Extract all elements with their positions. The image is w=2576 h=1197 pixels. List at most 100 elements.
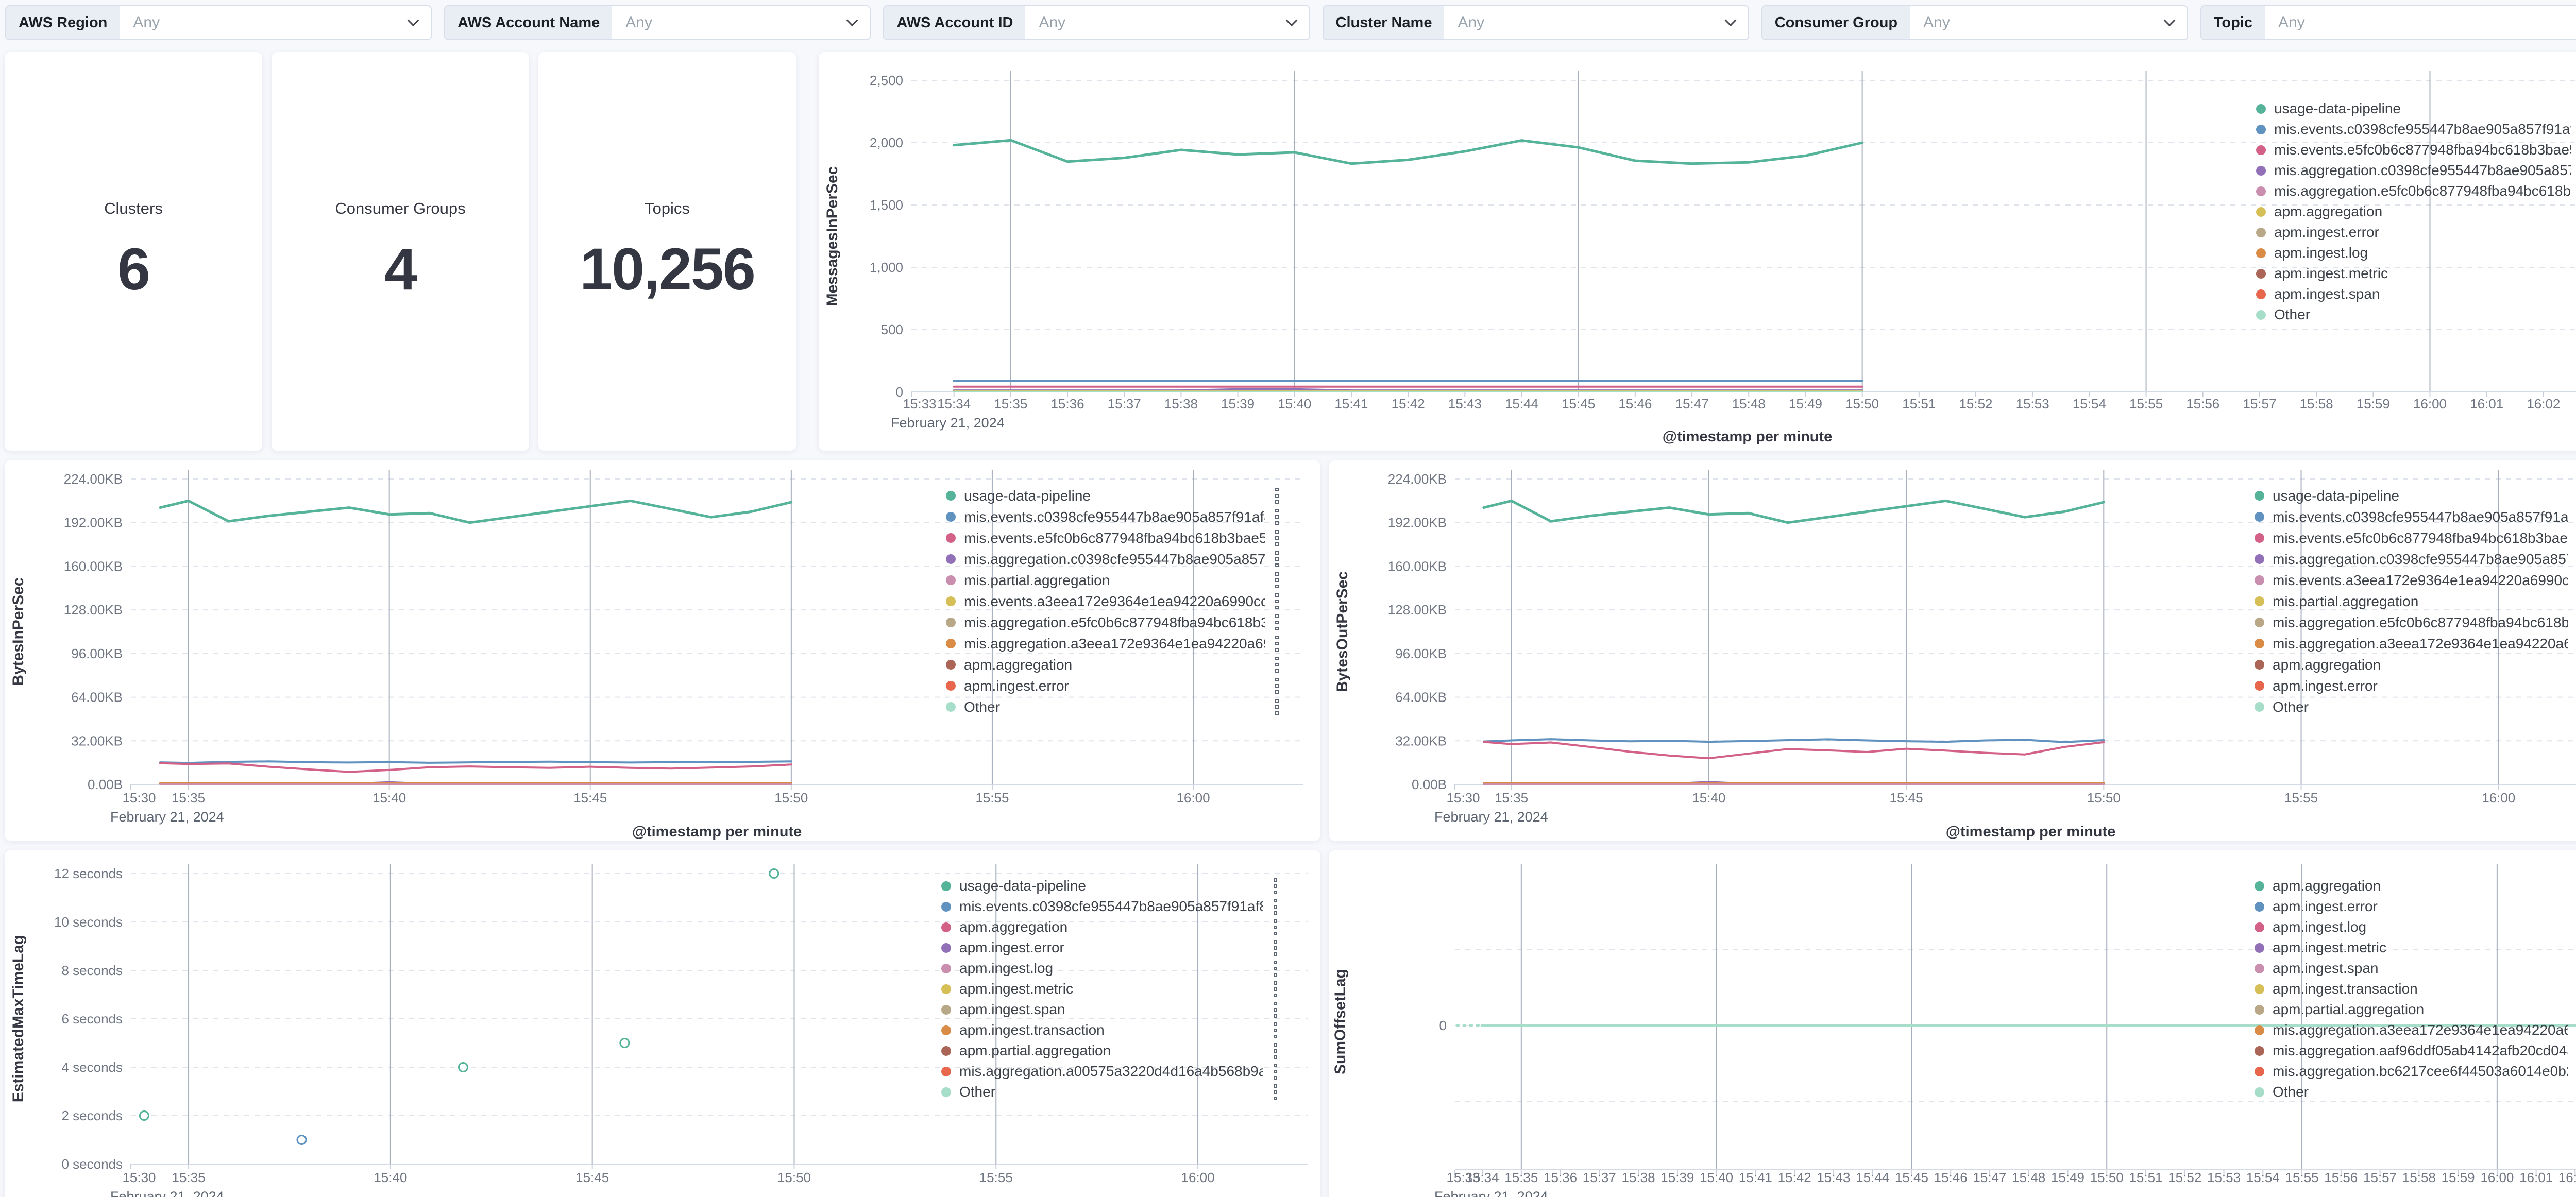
legend-item[interactable]: apm.aggregation [2255, 654, 2576, 675]
legend-item[interactable]: Other [946, 696, 1281, 717]
legend-item[interactable]: mis.partial.aggregation [946, 570, 1281, 591]
legend-color-dot [946, 618, 956, 627]
kebab-menu-icon[interactable] [1272, 959, 1279, 979]
y-axis-title: MessagesInPerSec [824, 166, 841, 306]
legend-item[interactable]: apm.aggregation [941, 917, 1279, 937]
kebab-menu-icon[interactable] [1272, 876, 1279, 896]
kebab-menu-icon[interactable] [1273, 486, 1281, 506]
filter-value[interactable]: Any [120, 6, 431, 39]
legend-item[interactable]: mis.aggregation.bc6217cee6f44503a6014e0b… [2255, 1061, 2576, 1082]
legend-item[interactable]: apm.partial.aggregation [941, 1040, 1279, 1061]
filter-control-cluster-name[interactable]: Cluster NameAny [1323, 5, 1749, 40]
filter-value[interactable]: Any [1025, 6, 1309, 39]
scatter-point[interactable] [459, 1063, 467, 1072]
scatter-point[interactable] [297, 1136, 306, 1144]
legend-item[interactable]: mis.events.e5fc0b6c877948fba94bc618b3bae… [2256, 140, 2576, 160]
legend-item[interactable]: usage-data-pipeline [2256, 98, 2576, 119]
legend-item[interactable]: apm.aggregation [946, 654, 1281, 675]
legend-item[interactable]: apm.ingest.error [941, 937, 1279, 958]
legend-item[interactable]: apm.ingest.metric [2255, 937, 2576, 958]
legend-item[interactable]: mis.aggregation.a3eea172e9364e1ea94220a6… [946, 633, 1281, 654]
legend-item[interactable]: apm.ingest.transaction [2255, 979, 2576, 999]
kebab-menu-icon[interactable] [1273, 507, 1281, 527]
legend-item[interactable]: apm.ingest.error [946, 675, 1281, 696]
kebab-menu-icon[interactable] [1272, 917, 1279, 937]
legend-item[interactable]: usage-data-pipeline [941, 876, 1279, 896]
filter-value[interactable]: Any [612, 6, 870, 39]
filter-control-consumer-group[interactable]: Consumer GroupAny [1761, 5, 2188, 40]
kebab-menu-icon[interactable] [1273, 591, 1281, 611]
legend-item[interactable]: mis.aggregation.e5fc0b6c877948fba94bc618… [2256, 181, 2576, 201]
kebab-menu-icon[interactable] [1273, 570, 1281, 590]
filter-control-aws-account-name[interactable]: AWS Account NameAny [444, 5, 871, 40]
kebab-menu-icon[interactable] [1273, 676, 1281, 696]
kebab-menu-icon[interactable] [1272, 938, 1279, 958]
legend-item[interactable]: mis.events.c0398cfe955447b8ae905a857f91a… [941, 896, 1279, 917]
kebab-menu-icon[interactable] [1273, 549, 1281, 569]
filter-value[interactable]: Any [2265, 6, 2576, 39]
filter-control-aws-region[interactable]: AWS RegionAny [5, 5, 432, 40]
scatter-point[interactable] [770, 869, 778, 878]
legend-item[interactable]: apm.ingest.log [2256, 243, 2576, 263]
kebab-menu-icon[interactable] [1273, 612, 1281, 632]
filter-value[interactable]: Any [1444, 6, 1748, 39]
legend-item[interactable]: Other [941, 1082, 1279, 1102]
filter-value[interactable]: Any [1910, 6, 2187, 39]
kebab-menu-icon[interactable] [1272, 1020, 1279, 1040]
legend-item[interactable]: apm.partial.aggregation [2255, 999, 2576, 1020]
legend-item[interactable]: usage-data-pipeline [2255, 485, 2576, 506]
legend-item[interactable]: mis.events.c0398cfe955447b8ae905a857f91a… [2256, 119, 2576, 140]
scatter-point[interactable] [140, 1112, 148, 1120]
legend-item[interactable]: apm.ingest.span [2256, 284, 2576, 304]
legend-item[interactable]: mis.events.e5fc0b6c877948fba94bc618b3bae… [946, 527, 1281, 549]
legend-item[interactable]: apm.ingest.metric [941, 979, 1279, 999]
kebab-menu-icon[interactable] [1273, 634, 1281, 654]
legend-item[interactable]: Other [2255, 1082, 2576, 1102]
kebab-menu-icon[interactable] [1273, 655, 1281, 675]
legend-item[interactable]: mis.aggregation.e5fc0b6c877948fba94bc618… [2255, 612, 2576, 633]
legend-item[interactable]: mis.aggregation.aaf96ddf05ab4142afb20cd0… [2255, 1040, 2576, 1061]
legend-item[interactable]: mis.events.c0398cfe955447b8ae905a857f91a… [2255, 506, 2576, 527]
legend-item[interactable]: mis.events.a3eea172e9364e1ea94220a6990cc… [2255, 570, 2576, 591]
legend-item[interactable]: apm.ingest.log [941, 958, 1279, 979]
legend-item[interactable]: apm.ingest.error [2255, 896, 2576, 917]
kebab-menu-icon[interactable] [1272, 1041, 1279, 1061]
legend-item[interactable]: apm.aggregation [2256, 201, 2576, 222]
legend-label: apm.ingest.span [2273, 960, 2568, 977]
legend-item[interactable]: apm.ingest.error [2255, 675, 2576, 696]
legend-item[interactable]: usage-data-pipeline [946, 485, 1281, 506]
filter-control-topic[interactable]: TopicAny [2200, 5, 2576, 40]
kebab-menu-icon[interactable] [1272, 897, 1279, 917]
kebab-menu-icon[interactable] [1273, 528, 1281, 548]
legend-item[interactable]: mis.events.c0398cfe955447b8ae905a857f91a… [946, 506, 1281, 527]
legend-item[interactable]: apm.ingest.span [2255, 958, 2576, 979]
legend-item[interactable]: mis.aggregation.e5fc0b6c877948fba94bc618… [946, 612, 1281, 633]
legend-item[interactable]: mis.aggregation.c0398cfe955447b8ae905a85… [946, 549, 1281, 570]
kebab-menu-icon[interactable] [1272, 1062, 1279, 1082]
legend-item[interactable]: apm.ingest.metric [2256, 263, 2576, 284]
legend-item[interactable]: apm.ingest.error [2256, 222, 2576, 243]
legend-item[interactable]: apm.ingest.transaction [941, 1020, 1279, 1040]
legend-item[interactable]: mis.events.e5fc0b6c877948fba94bc618b3bae… [2255, 527, 2576, 549]
legend-item[interactable]: mis.aggregation.a00575a3220d4d16a4b568b9… [941, 1061, 1279, 1082]
filter-control-aws-account-id[interactable]: AWS Account IDAny [883, 5, 1310, 40]
scatter-point[interactable] [620, 1039, 629, 1048]
legend-item[interactable]: mis.partial.aggregation [2255, 591, 2576, 612]
kebab-menu-icon[interactable] [1272, 1082, 1279, 1102]
legend-color-dot [2255, 512, 2264, 522]
legend-item[interactable]: mis.aggregation.c0398cfe955447b8ae905a85… [2255, 549, 2576, 570]
x-axis-tick-label: 15:56 [2324, 1170, 2358, 1185]
legend-item[interactable]: apm.aggregation [2255, 876, 2576, 896]
legend-item[interactable]: mis.aggregation.a3eea172e9364e1ea94220a6… [2255, 633, 2576, 654]
legend-item[interactable]: mis.events.a3eea172e9364e1ea94220a6990cc… [946, 591, 1281, 612]
kebab-menu-icon[interactable] [1273, 697, 1281, 717]
legend-item[interactable]: Other [2256, 304, 2576, 325]
legend-item[interactable]: apm.ingest.log [2255, 917, 2576, 937]
legend-item[interactable]: mis.aggregation.c0398cfe955447b8ae905a85… [2256, 160, 2576, 181]
legend-item[interactable]: mis.aggregation.a3eea172e9364e1ea94220a6… [2255, 1020, 2576, 1040]
legend-item[interactable]: Other [2255, 696, 2576, 717]
legend-color-dot [941, 922, 951, 932]
kebab-menu-icon[interactable] [1272, 1000, 1279, 1020]
kebab-menu-icon[interactable] [1272, 979, 1279, 999]
legend-item[interactable]: apm.ingest.span [941, 999, 1279, 1020]
